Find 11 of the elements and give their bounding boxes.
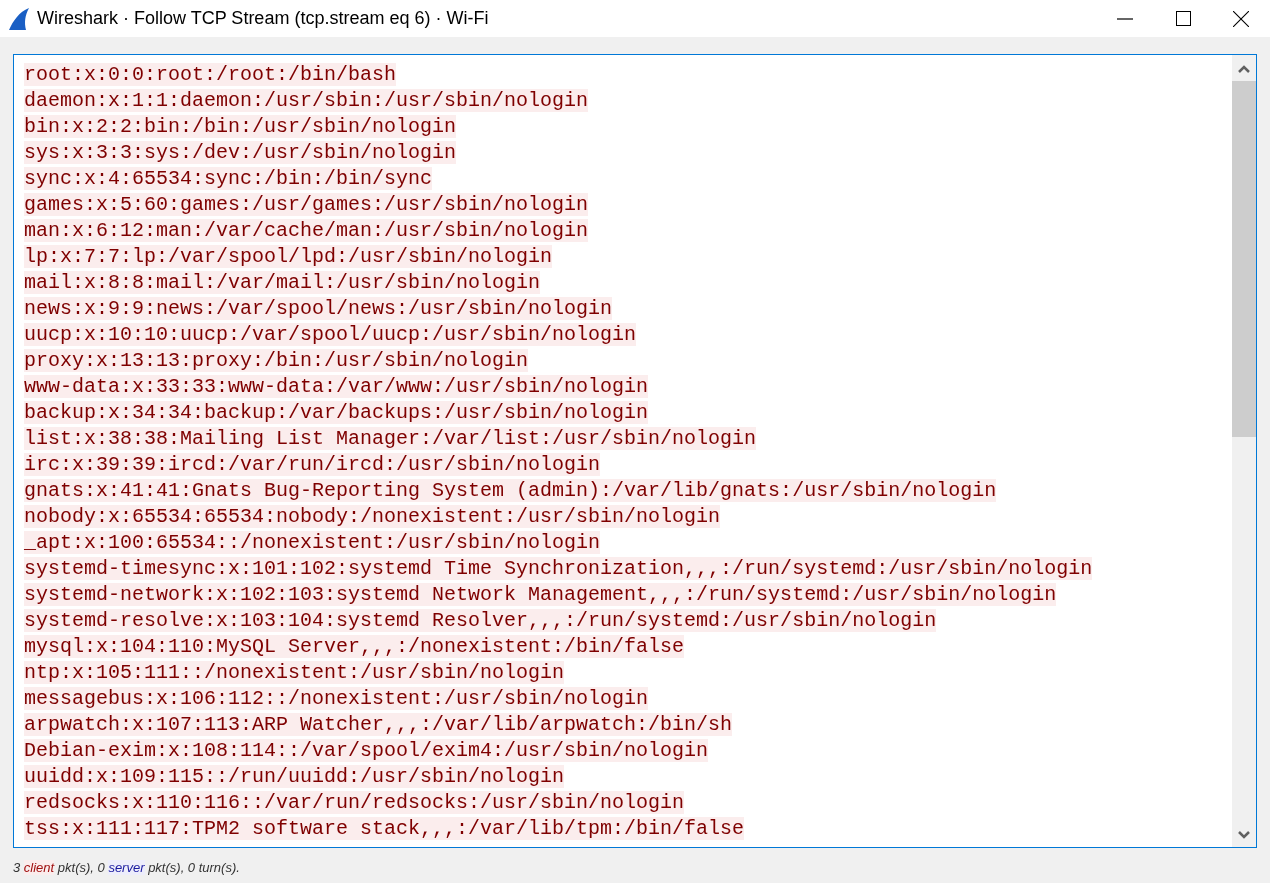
scrollbar[interactable] <box>1232 55 1256 847</box>
shark-fin-icon <box>7 6 31 31</box>
scroll-up-icon[interactable] <box>1238 65 1250 73</box>
stream-text-area[interactable] <box>13 54 1257 848</box>
minimize-icon <box>1117 17 1133 20</box>
close-icon <box>1233 10 1249 27</box>
window-title: Wireshark · Follow TCP Stream (tcp.stream eq 6) · Wi-Fi <box>37 7 489 30</box>
maximize-icon <box>1175 11 1191 26</box>
scrollbar-thumb[interactable] <box>1232 81 1256 437</box>
scroll-down-icon[interactable] <box>1238 831 1250 839</box>
status-text: 3 client pkt(s), 0 server pkt(s), 0 turn(s). <box>13 860 240 875</box>
